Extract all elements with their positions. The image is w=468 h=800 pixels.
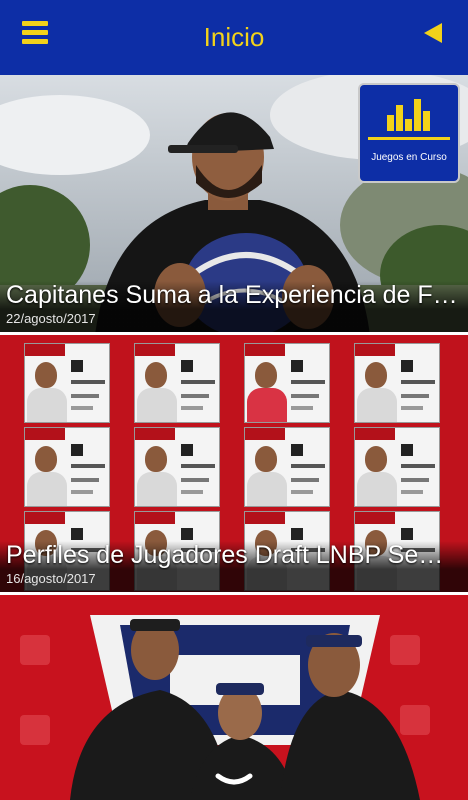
juegos-en-curso-button[interactable]: Juegos en Curso — [358, 83, 460, 183]
divider — [368, 137, 450, 140]
article-headline[interactable]: Perfiles de Jugadores Draft LNBP Se… — [6, 541, 462, 570]
back-icon[interactable] — [422, 22, 444, 44]
bar-chart-icon — [387, 99, 430, 131]
news-card[interactable] — [0, 595, 468, 800]
article-headline[interactable]: Capitanes Suma a la Experiencia de F… — [6, 281, 462, 310]
article-caption: Perfiles de Jugadores Draft LNBP Se… 16/… — [0, 541, 468, 592]
article-photo — [0, 595, 468, 800]
juegos-en-curso-label: Juegos en Curso — [371, 152, 447, 163]
article-date: 16/agosto/2017 — [6, 571, 96, 586]
article-caption: Capitanes Suma a la Experiencia de F… 22… — [0, 281, 468, 332]
chevron-down-icon[interactable] — [214, 772, 254, 790]
app-bar: Inicio — [0, 0, 468, 75]
hamburger-menu-icon[interactable] — [22, 21, 48, 45]
article-date: 22/agosto/2017 — [6, 311, 96, 326]
news-feed: Juegos en Curso Capitanes Suma a la Expe… — [0, 75, 468, 800]
news-card[interactable]: Juegos en Curso Capitanes Suma a la Expe… — [0, 75, 468, 335]
news-card[interactable]: Perfiles de Jugadores Draft LNBP Se… 16/… — [0, 335, 468, 595]
page-title: Inicio — [203, 22, 265, 52]
